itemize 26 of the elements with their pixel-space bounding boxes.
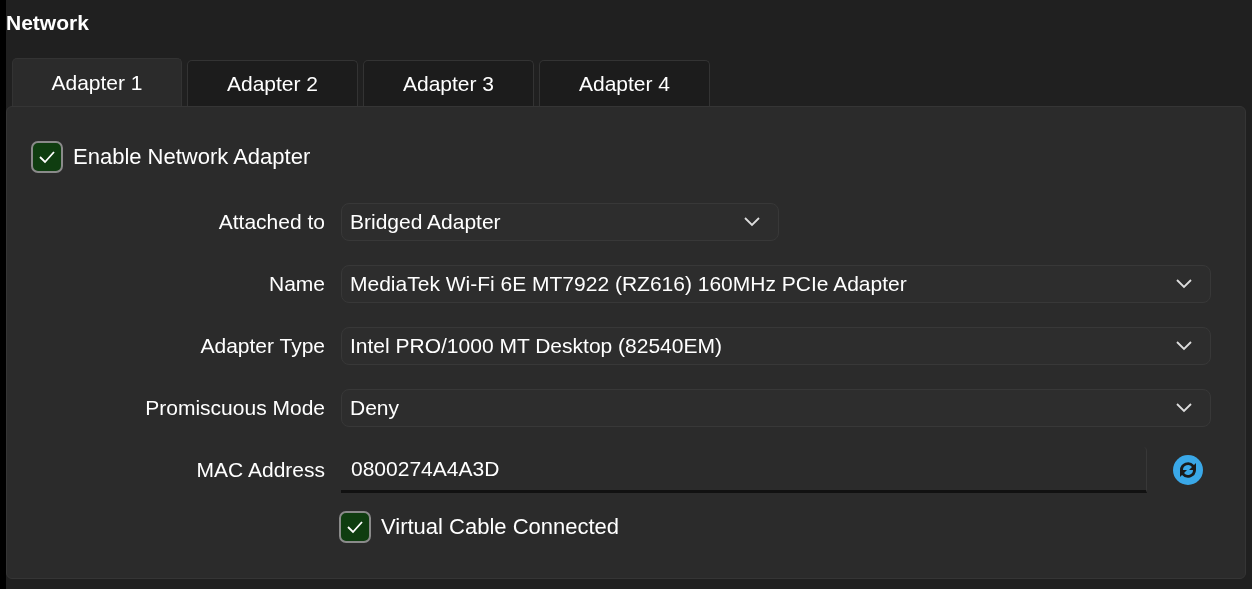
chevron-down-icon xyxy=(1176,279,1192,289)
field-label: MAC Address xyxy=(195,458,325,482)
checkbox-label: Enable Network Adapter xyxy=(73,144,311,170)
input-field[interactable]: 0800274A4A3D xyxy=(341,447,1147,493)
checkbox-label: Virtual Cable Connected xyxy=(381,514,620,540)
checkbox[interactable] xyxy=(339,511,371,543)
refresh-icon[interactable] xyxy=(1171,453,1205,487)
tab[interactable]: Adapter 2 xyxy=(187,60,358,106)
checkmark-icon xyxy=(346,520,364,534)
checkmark-icon xyxy=(38,150,56,164)
dropdown[interactable]: MediaTek Wi-Fi 6E MT7922 (RZ616) 160MHz PCIe Adapter xyxy=(341,265,1211,303)
field-label: Adapter Type xyxy=(199,334,325,358)
checkbox[interactable] xyxy=(31,141,63,173)
section-title: Network xyxy=(6,10,90,36)
dropdown[interactable]: Intel PRO/1000 MT Desktop (82540EM) xyxy=(341,327,1211,365)
tab[interactable]: Adapter 3 xyxy=(363,60,534,106)
dropdown[interactable]: Deny xyxy=(341,389,1211,427)
tab[interactable]: Adapter 1 xyxy=(12,58,182,106)
field-label: Attached to xyxy=(217,210,325,234)
tab[interactable]: Adapter 4 xyxy=(539,60,710,106)
chevron-down-icon xyxy=(1176,403,1192,413)
field-label: Name xyxy=(267,272,325,296)
chevron-down-icon xyxy=(744,217,760,227)
chevron-down-icon xyxy=(1176,341,1192,351)
dropdown[interactable]: Bridged Adapter xyxy=(341,203,779,241)
field-label: Promiscuous Mode xyxy=(144,396,325,420)
